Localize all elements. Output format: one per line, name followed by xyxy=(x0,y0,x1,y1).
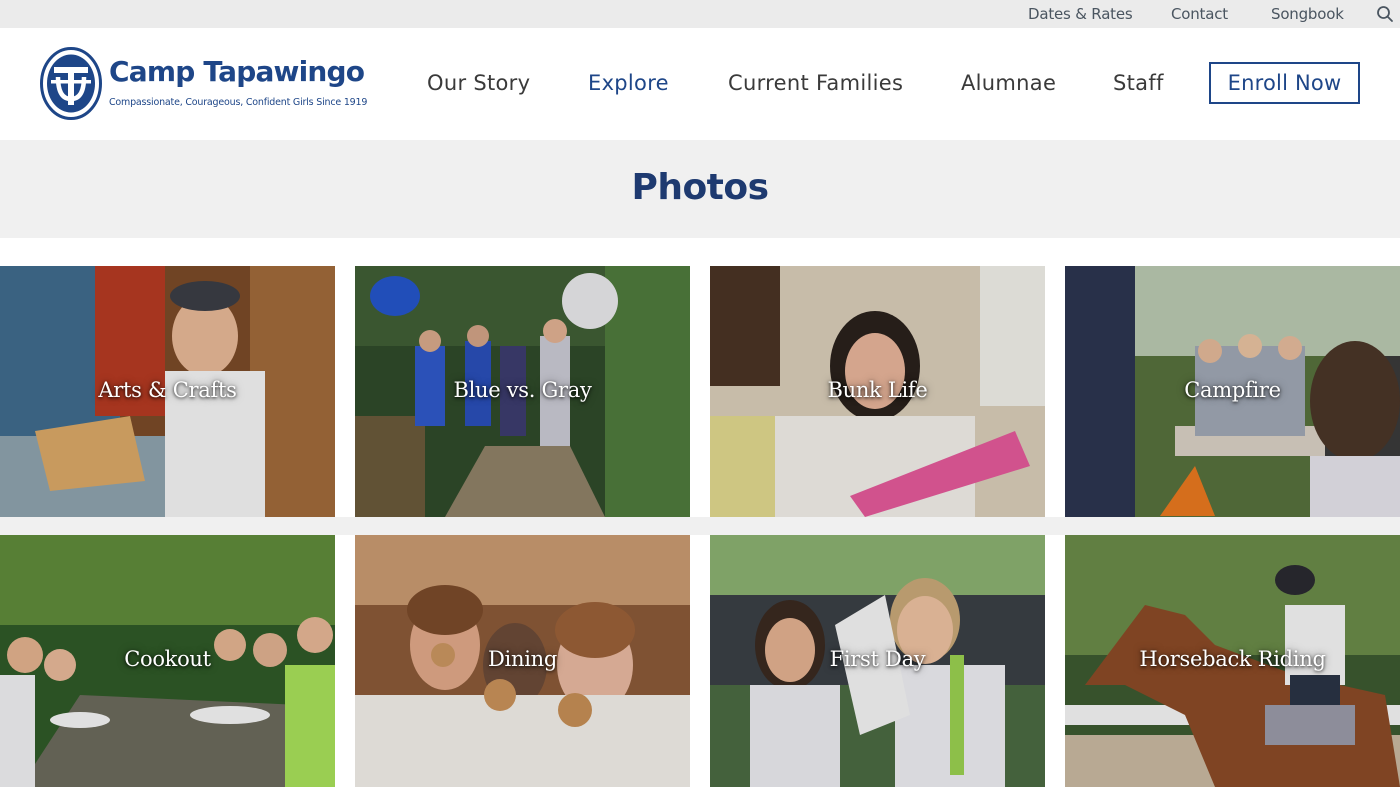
nav-our-story[interactable]: Our Story xyxy=(427,71,530,95)
gallery-tile-bunk-life[interactable]: Bunk Life xyxy=(710,266,1045,517)
gallery-tile-dining[interactable]: Dining xyxy=(355,535,690,787)
logo-tagline: Compassionate, Courageous, Confident Gir… xyxy=(109,97,368,108)
gallery-tile-label: Blue vs. Gray xyxy=(453,378,592,402)
gallery-tile-label: Campfire xyxy=(1184,378,1281,402)
nav-current-families[interactable]: Current Families xyxy=(728,71,903,95)
gallery-tile-label: Horseback Riding xyxy=(1139,647,1326,671)
songbook-link[interactable]: Songbook xyxy=(1271,5,1344,23)
search-icon[interactable] xyxy=(1376,5,1394,23)
ct-monogram-icon xyxy=(40,47,102,120)
gallery-tile-blue-vs-gray[interactable]: Blue vs. Gray xyxy=(355,266,690,517)
enroll-now-button[interactable]: Enroll Now xyxy=(1209,62,1360,104)
gallery-tile-horseback-riding[interactable]: Horseback Riding xyxy=(1065,535,1400,787)
contact-link[interactable]: Contact xyxy=(1171,5,1228,23)
gallery-tile-label: Dining xyxy=(488,647,557,671)
page-title: Photos xyxy=(631,167,769,208)
gallery-tile-first-day[interactable]: First Day xyxy=(710,535,1045,787)
gallery-row-divider xyxy=(0,517,1400,535)
nav-explore[interactable]: Explore xyxy=(588,71,669,95)
site-header: Camp Tapawingo Compassionate, Courageous… xyxy=(0,28,1400,140)
utility-bar: Dates & Rates Contact Songbook xyxy=(0,0,1400,28)
gallery-tile-label: Cookout xyxy=(124,647,211,671)
gallery-tile-label: First Day xyxy=(829,647,926,671)
gallery-tile-arts-crafts[interactable]: Arts & Crafts xyxy=(0,266,335,517)
gallery-tile-campfire[interactable]: Campfire xyxy=(1065,266,1400,517)
photo-gallery: Arts & Crafts Blue vs. Gray Bunk Life Ca… xyxy=(0,238,1400,804)
gallery-tile-label: Arts & Crafts xyxy=(98,378,237,402)
gallery-tile-label: Bunk Life xyxy=(827,378,928,402)
nav-alumnae[interactable]: Alumnae xyxy=(961,71,1056,95)
dates-rates-link[interactable]: Dates & Rates xyxy=(1028,5,1133,23)
site-logo[interactable]: Camp Tapawingo Compassionate, Courageous… xyxy=(40,47,367,123)
gallery-tile-cookout[interactable]: Cookout xyxy=(0,535,335,787)
nav-staff[interactable]: Staff xyxy=(1113,71,1164,95)
page-title-band: Photos xyxy=(0,140,1400,238)
logo-title: Camp Tapawingo xyxy=(109,55,365,88)
